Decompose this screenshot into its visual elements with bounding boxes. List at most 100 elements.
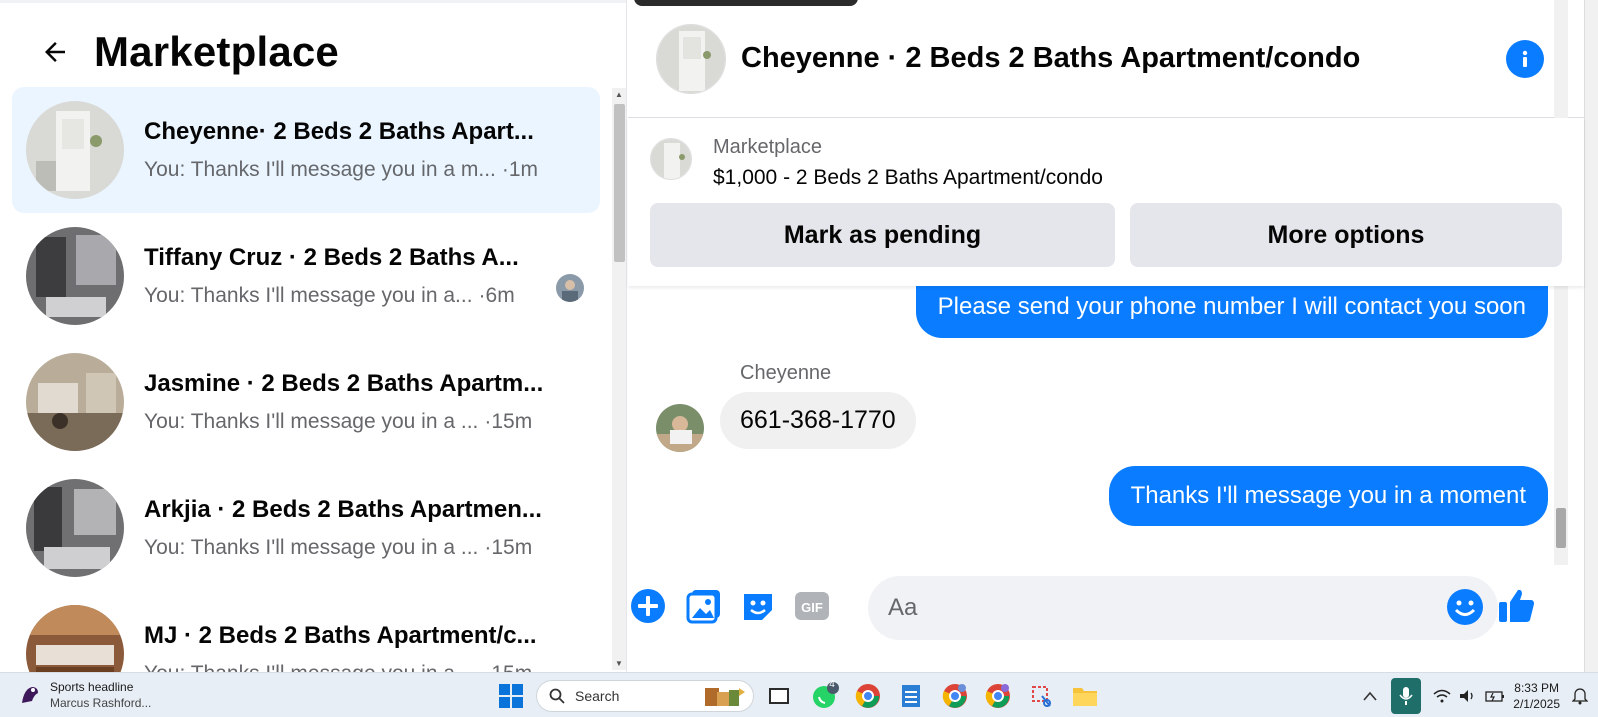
chat-title[interactable]: Cheyenne · 2 Beds 2 Baths Apartment/cond… xyxy=(741,42,1360,75)
chrome-icon xyxy=(942,684,967,708)
chrome-icon xyxy=(985,684,1010,708)
panel-title: Marketplace xyxy=(94,28,339,75)
chrome-icon xyxy=(855,684,880,708)
avatar xyxy=(26,353,124,451)
premier-league-icon xyxy=(22,687,38,703)
sender-avatar[interactable] xyxy=(656,404,704,452)
more-options-button[interactable]: More options xyxy=(1130,203,1562,267)
conversation-time: ·1m xyxy=(501,158,539,181)
search-highlight-icon xyxy=(705,688,745,706)
conversation-item[interactable]: Jasmine · 2 Beds 2 Baths Apartm... You: … xyxy=(12,339,600,465)
svg-text:GIF: GIF xyxy=(801,600,823,615)
listing-price[interactable]: $1,000 - 2 Beds 2 Baths Apartment/condo xyxy=(713,166,1103,190)
sticker-icon xyxy=(744,594,772,620)
search-label: Search xyxy=(575,688,620,704)
conversation-item[interactable]: Tiffany Cruz · 2 Beds 2 Baths A... You: … xyxy=(12,213,600,339)
chat-panel: Cheyenne · 2 Beds 2 Baths Apartment/cond… xyxy=(628,0,1584,672)
conversation-name: Jasmine · 2 Beds 2 Baths Apartm... xyxy=(144,370,544,397)
battery-icon[interactable] xyxy=(1485,689,1505,703)
scroll-thumb[interactable] xyxy=(614,104,625,262)
conversation-time: ·15m xyxy=(484,662,532,672)
plus-circle-icon xyxy=(631,589,665,623)
taskbar-app-chrome[interactable] xyxy=(853,681,883,711)
outgoing-message[interactable]: Thanks I'll message you in a moment xyxy=(1108,466,1548,526)
gif-button[interactable]: GIF xyxy=(792,586,832,626)
mark-as-pending-button[interactable]: Mark as pending xyxy=(650,203,1115,267)
news-widget[interactable]: Sports headline Marcus Rashford... xyxy=(18,679,151,711)
wifi-icon[interactable] xyxy=(1433,689,1451,703)
taskbar-app-chrome-profile[interactable] xyxy=(940,681,970,711)
conversation-preview: You: Thanks I'll message you in a... xyxy=(144,284,473,307)
chat-avatar[interactable] xyxy=(656,23,726,94)
info-button[interactable] xyxy=(1506,40,1544,78)
chevron-up-icon[interactable] xyxy=(1363,691,1377,701)
clock-date: 2/1/2025 xyxy=(1513,696,1560,711)
like-button[interactable] xyxy=(1494,584,1538,628)
conversation-list: Cheyenne· 2 Beds 2 Baths Apart... You: T… xyxy=(12,87,600,672)
folder-icon xyxy=(1073,688,1097,706)
microphone-icon xyxy=(1399,686,1413,705)
add-button[interactable] xyxy=(628,586,668,626)
taskbar-app-notepad[interactable] xyxy=(896,681,926,711)
emoji-button[interactable] xyxy=(1446,588,1484,631)
taskbar-app-chrome-profile-2[interactable] xyxy=(983,681,1013,711)
photo-button[interactable] xyxy=(684,586,724,626)
search-icon xyxy=(549,688,565,704)
clock[interactable]: 8:33 PM 2/1/2025 xyxy=(1513,680,1560,712)
scroll-down-icon[interactable]: ▼ xyxy=(615,659,623,668)
notepad-icon xyxy=(902,685,920,707)
news-subtitle: Marcus Rashford... xyxy=(50,696,152,710)
sender-name: Cheyenne xyxy=(740,362,832,384)
conversation-name: Cheyenne· 2 Beds 2 Baths Apart... xyxy=(144,118,534,145)
conversation-name: Arkjia · 2 Beds 2 Baths Apartmen... xyxy=(144,496,542,523)
back-button[interactable] xyxy=(30,27,80,77)
window-tab-edge xyxy=(634,0,858,6)
volume-icon[interactable] xyxy=(1459,689,1477,703)
taskbar-app-whatsapp[interactable]: 4 xyxy=(810,679,840,711)
avatar xyxy=(26,227,124,325)
conversation-panel: Marketplace Cheyenne· 2 Beds 2 Baths Apa… xyxy=(0,0,627,672)
conversation-time: ·15m xyxy=(484,410,533,433)
message-composer: GIF xyxy=(628,572,1584,644)
conversation-name: MJ · 2 Beds 2 Baths Apartment/c... xyxy=(144,622,537,649)
bell-icon[interactable] xyxy=(1572,687,1588,705)
chat-header: Cheyenne · 2 Beds 2 Baths Apartment/cond… xyxy=(628,0,1584,118)
start-button[interactable] xyxy=(498,683,524,714)
conversation-time: ·6m xyxy=(478,284,515,307)
conversation-name: Tiffany Cruz · 2 Beds 2 Baths A... xyxy=(144,244,519,271)
listing-thumbnail[interactable] xyxy=(650,138,692,180)
scroll-thumb[interactable] xyxy=(1556,508,1566,548)
avatar xyxy=(26,101,124,199)
incoming-message[interactable]: 661-368-1770 xyxy=(720,392,916,449)
terminal-icon xyxy=(769,688,789,704)
taskbar-app-snipping-tool[interactable] xyxy=(1027,681,1057,711)
whatsapp-badge: 4 xyxy=(829,679,835,690)
screen: Marketplace Cheyenne· 2 Beds 2 Baths Apa… xyxy=(0,0,1598,717)
smiley-icon xyxy=(1447,589,1483,625)
listing-label: Marketplace xyxy=(713,136,822,158)
message-input-box[interactable] xyxy=(868,576,1498,640)
taskbar-search[interactable]: Search xyxy=(536,680,754,712)
image-icon xyxy=(686,590,720,624)
arrow-left-icon xyxy=(45,42,65,62)
avatar xyxy=(26,605,124,672)
conversation-preview: You: Thanks I'll message you in a ... xyxy=(144,662,478,672)
conversation-scrollbar[interactable]: ▲ ▼ xyxy=(612,88,626,670)
conversation-time: ·15m xyxy=(484,536,533,559)
thumbs-up-icon xyxy=(1499,589,1534,622)
scissors-icon xyxy=(1032,686,1051,707)
taskbar-app-terminal[interactable] xyxy=(764,681,794,711)
message-input[interactable] xyxy=(888,590,1428,626)
scroll-up-icon[interactable]: ▲ xyxy=(615,90,623,99)
conversation-preview: You: Thanks I'll message you in a ... xyxy=(144,410,479,433)
taskbar-app-file-explorer[interactable] xyxy=(1070,681,1100,711)
window-edge xyxy=(1584,0,1598,672)
conversation-preview: You: Thanks I'll message you in a ... xyxy=(144,536,479,559)
conversation-preview: You: Thanks I'll message you in a m... xyxy=(144,158,496,181)
clock-time: 8:33 PM xyxy=(1514,680,1559,695)
microphone-button[interactable] xyxy=(1391,677,1422,714)
conversation-item[interactable]: Cheyenne· 2 Beds 2 Baths Apart... You: T… xyxy=(12,87,600,213)
sticker-button[interactable] xyxy=(738,586,778,626)
conversation-item[interactable]: Arkjia · 2 Beds 2 Baths Apartmen... You:… xyxy=(12,465,600,591)
conversation-item[interactable]: MJ · 2 Beds 2 Baths Apartment/c... You: … xyxy=(12,591,600,672)
